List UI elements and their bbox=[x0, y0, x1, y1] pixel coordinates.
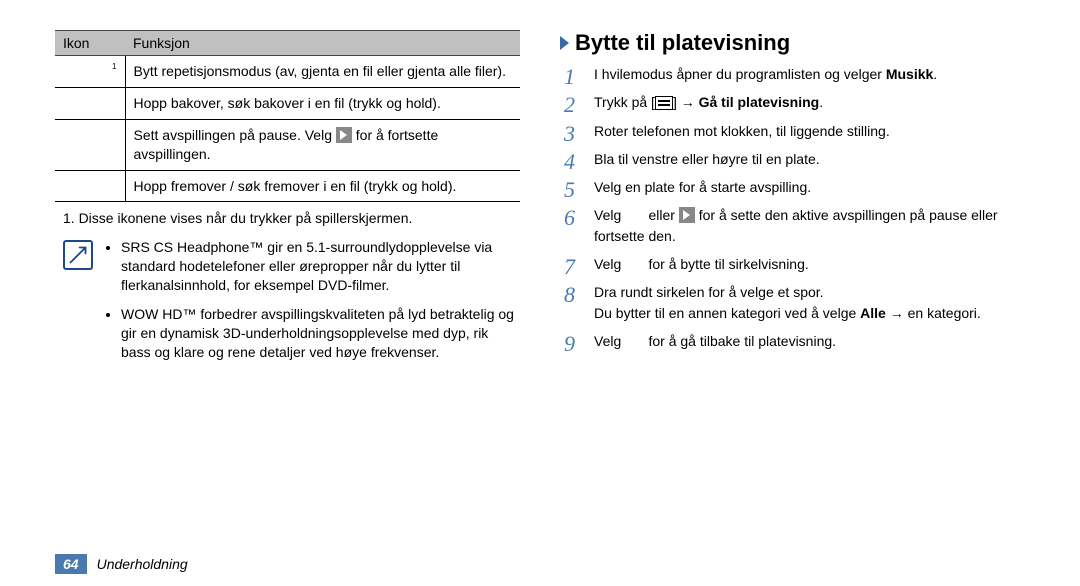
step-text: for å gå tilbake til platevisning. bbox=[645, 333, 836, 349]
note-block: SRS CS Headphone™ gir en 5.1-surroundlyd… bbox=[55, 238, 520, 371]
func-cell: Bytt repetisjonsmodus (av, gjenta en fil… bbox=[125, 56, 520, 88]
step-item: Bla til venstre eller høyre til en plate… bbox=[564, 149, 1025, 169]
page-footer: 64 Underholdning bbox=[55, 554, 188, 574]
step-text: ] → bbox=[673, 94, 699, 110]
step-item: Roter telefonen mot klokken, til liggend… bbox=[564, 121, 1025, 141]
func-cell: Hopp fremover / søk fremover i en fil (t… bbox=[125, 170, 520, 202]
step-sub: Du bytter til en annen kategori ved å ve… bbox=[594, 303, 1025, 323]
step-text: . bbox=[819, 94, 823, 110]
step-item: Dra rundt sirkelen for å velge et spor. … bbox=[564, 282, 1025, 323]
icon-cell bbox=[55, 170, 125, 202]
step-bold: Musikk bbox=[886, 66, 933, 82]
chevron-right-icon bbox=[560, 36, 569, 50]
step-text: eller bbox=[645, 207, 679, 223]
step-text: Trykk på [ bbox=[594, 94, 655, 110]
icon-cell bbox=[55, 119, 125, 170]
page-section: Underholdning bbox=[97, 556, 188, 572]
step-bold: Alle bbox=[860, 305, 886, 321]
note-icon bbox=[63, 240, 93, 270]
table-row: Sett avspillingen på pause. Velg for å f… bbox=[55, 119, 520, 170]
heading-text: Bytte til platevisning bbox=[575, 30, 790, 56]
icon-function-table: Ikon Funksjon 1 Bytt repetisjonsmodus (a… bbox=[55, 30, 520, 202]
step-text: Velg bbox=[594, 256, 625, 272]
step-item: Trykk på [ ] → Gå til platevisning. bbox=[564, 92, 1025, 112]
func-cell: Sett avspillingen på pause. Velg for å f… bbox=[125, 119, 520, 170]
section-heading: Bytte til platevisning bbox=[560, 30, 1025, 56]
table-row: Hopp bakover, søk bakover i en fil (tryk… bbox=[55, 87, 520, 119]
step-bold: Gå til platevisning bbox=[699, 94, 820, 110]
menu-icon bbox=[655, 96, 673, 110]
func-cell: Hopp bakover, søk bakover i en fil (tryk… bbox=[125, 87, 520, 119]
step-text: → en kategori. bbox=[886, 305, 981, 321]
left-column: Ikon Funksjon 1 Bytt repetisjonsmodus (a… bbox=[55, 30, 520, 372]
right-column: Bytte til platevisning I hvilemodus åpne… bbox=[560, 30, 1025, 372]
step-text: I hvilemodus åpner du programlisten og v… bbox=[594, 66, 886, 82]
icon-cell: 1 bbox=[55, 56, 125, 88]
step-text: Dra rundt sirkelen for å velge et spor. bbox=[594, 282, 1025, 302]
play-icon bbox=[336, 127, 352, 143]
step-text: Velg bbox=[594, 207, 625, 223]
step-item: I hvilemodus åpner du programlisten og v… bbox=[564, 64, 1025, 84]
step-item: Velg eller for å sette den aktive avspil… bbox=[564, 205, 1025, 246]
table-row: 1 Bytt repetisjonsmodus (av, gjenta en f… bbox=[55, 56, 520, 88]
header-ikon: Ikon bbox=[55, 31, 125, 56]
table-footnote: 1. Disse ikonene vises når du trykker på… bbox=[63, 210, 520, 226]
func-pre: Sett avspillingen på pause. Velg bbox=[134, 127, 336, 143]
table-header: Ikon Funksjon bbox=[55, 31, 520, 56]
step-item: Velg for å bytte til sirkelvisning. bbox=[564, 254, 1025, 274]
step-item: Velg for å gå tilbake til platevisning. bbox=[564, 331, 1025, 351]
step-text: . bbox=[933, 66, 937, 82]
step-text: Velg bbox=[594, 333, 625, 349]
header-funksjon: Funksjon bbox=[125, 31, 520, 56]
note-body: SRS CS Headphone™ gir en 5.1-surroundlyd… bbox=[103, 238, 520, 371]
page-number: 64 bbox=[55, 554, 87, 574]
step-item: Velg en plate for å starte avspilling. bbox=[564, 177, 1025, 197]
step-text: for å bytte til sirkelvisning. bbox=[645, 256, 809, 272]
note-item: SRS CS Headphone™ gir en 5.1-surroundlyd… bbox=[121, 238, 520, 295]
note-item: WOW HD™ forbedrer avspillingskvaliteten … bbox=[121, 305, 520, 362]
steps-list: I hvilemodus åpner du programlisten og v… bbox=[560, 64, 1025, 351]
play-icon bbox=[679, 207, 695, 223]
table-row: Hopp fremover / søk fremover i en fil (t… bbox=[55, 170, 520, 202]
icon-cell bbox=[55, 87, 125, 119]
step-text: Du bytter til en annen kategori ved å ve… bbox=[594, 305, 860, 321]
